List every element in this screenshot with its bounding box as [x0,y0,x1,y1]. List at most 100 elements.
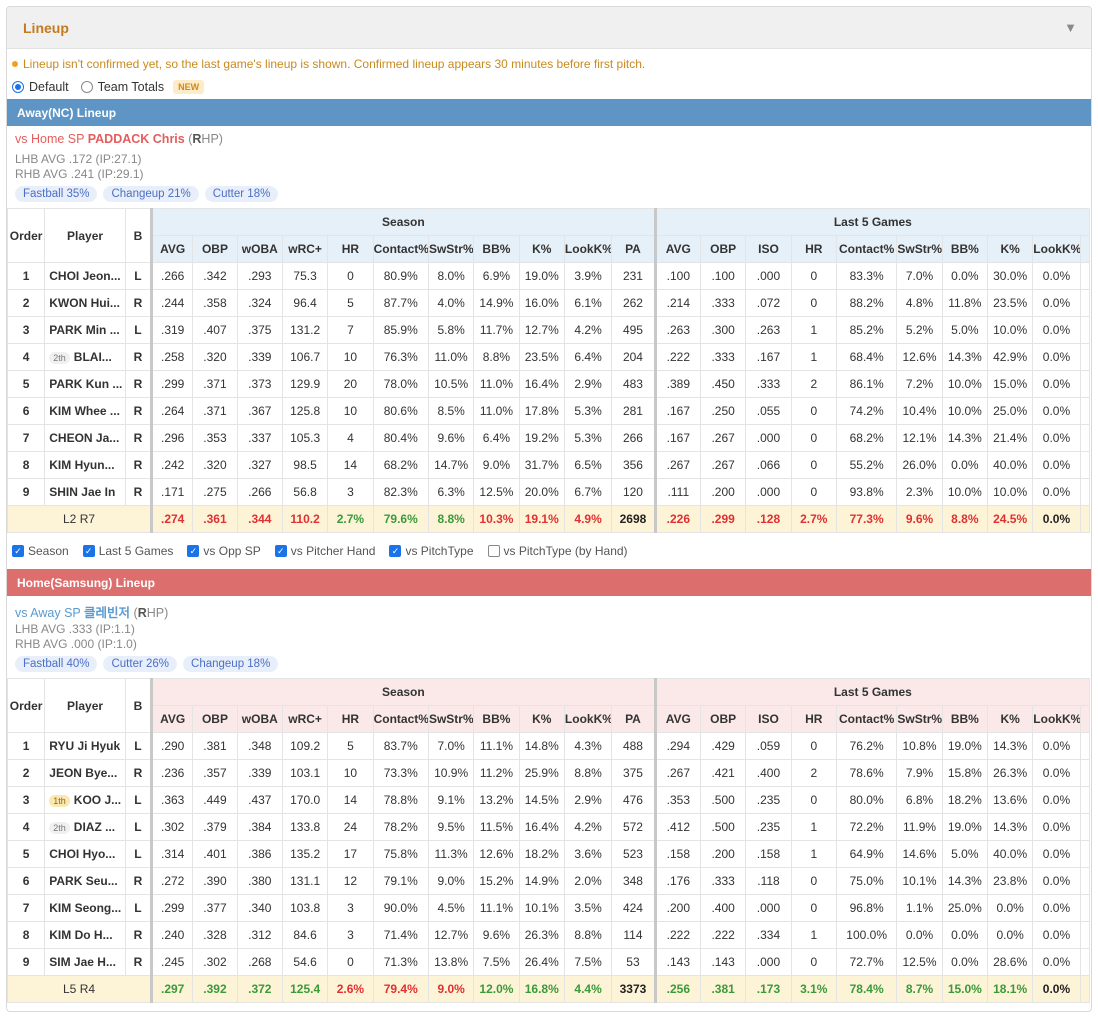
last5-col-header[interactable]: SwStr% [896,705,943,733]
last5-col-header[interactable]: LookK% [1032,705,1081,733]
last5-col-header[interactable]: K% [986,235,1034,263]
player-name[interactable]: RYU Ji Hyuk [44,732,126,760]
player-name[interactable]: SIM Jae H... [44,948,126,976]
last5-col-header[interactable]: SwStr% [896,235,943,263]
order-header[interactable]: Order [7,678,46,733]
checkbox-checked-icon[interactable]: ✓ [274,545,287,557]
season-col-header[interactable]: BB% [473,235,520,263]
season-col-header[interactable]: OBP [192,235,238,263]
checkbox-checked-icon[interactable]: ✓ [82,545,95,557]
player-name[interactable]: KIM Whee ... [44,397,126,425]
radio-checked-icon[interactable] [12,81,24,93]
mode-team-totals-radio[interactable]: Team Totals [80,80,164,94]
player-name[interactable]: PARK Seu... [44,867,126,895]
player-name[interactable]: KIM Hyun... [44,451,126,479]
table-row[interactable]: 6 PARK Seu... R .272.390.380 131.1 12 79.1% 9.0… [7,867,1091,895]
player-name[interactable]: 1th KOO J... [44,786,126,814]
last5-col-header[interactable]: AVG [654,705,702,733]
player-name[interactable]: CHOI Hyo... [44,840,126,868]
season-col-header[interactable]: SwStr% [427,705,475,733]
last5-col-header[interactable]: AVG [654,235,702,263]
table-row[interactable]: 8 KIM Hyun... R .242.320.327 98.5 14 68.2% 14.7… [7,451,1091,479]
season-col-header[interactable]: PA [611,235,657,263]
table-row[interactable]: 3 1th KOO J... L .363.449.437 170.0 14 78.8% 9.1… [7,786,1091,814]
season-col-header[interactable]: wOBA [236,235,283,263]
order-header[interactable]: Order [7,208,46,263]
season-col-header[interactable]: wOBA [236,705,283,733]
checkbox-checked-icon[interactable]: ✓ [12,545,24,557]
player-name[interactable]: JEON Bye... [44,759,126,787]
filter-checkbox[interactable]: ✓ Last 5 Games [82,544,173,558]
last5-col-header[interactable]: HR [790,705,837,733]
season-col-header[interactable]: K% [518,235,565,263]
player-name[interactable]: PARK Min ... [44,316,126,344]
player-name[interactable]: PARK Kun ... [44,370,126,398]
bat-header[interactable]: B [124,678,154,733]
table-row[interactable]: 7 KIM Seong... L .299.377.340 103.8 3 90.0% 4.5… [7,894,1091,922]
last5-col-header[interactable]: ISO [745,705,792,733]
lineup-header[interactable]: Lineup ▼ [7,7,1091,49]
last5-col-header[interactable]: ISO [745,235,792,263]
table-row[interactable]: 7 CHEON Ja... R .296.353.337 105.3 4 80.4% 9.6%… [7,424,1091,452]
triangle-down-icon[interactable]: ▼ [1064,20,1077,35]
player-name[interactable]: KIM Seong... [44,894,126,922]
season-col-header[interactable]: OBP [192,705,238,733]
table-row[interactable]: 9 SHIN Jae In R .171.275.266 56.8 3 82.3% 6.3% 1… [7,478,1091,506]
table-row[interactable]: 4 2th BLAI... R .258.320.339 106.7 10 76.3% 11.0… [7,343,1091,371]
checkbox-checked-icon[interactable]: ✓ [187,545,200,557]
season-col-header[interactable]: HR [327,235,374,263]
season-col-header[interactable]: BB% [473,705,520,733]
player-header[interactable]: Player [44,208,126,263]
table-row[interactable]: 2 JEON Bye... R .236.357.339 103.1 10 73.3% 10.… [7,759,1091,787]
last5-col-header[interactable]: Contact% [835,705,898,733]
player-name[interactable]: 2th BLAI... [44,343,126,371]
sp-name[interactable]: PADDACK Chris [88,132,185,146]
filter-checkbox[interactable]: ✓ Season [12,544,69,558]
season-col-header[interactable]: wRC+ [281,705,329,733]
sp-name[interactable]: 클레빈저 [84,606,130,620]
player-name[interactable]: KIM Do H... [44,921,126,949]
season-col-header[interactable]: SwStr% [427,235,475,263]
filter-checkbox[interactable]: vs PitchType (by Hand) [487,544,628,558]
table-row[interactable]: 2 KWON Hui... R .244.358.324 96.4 5 87.7% 4.0% 1… [7,289,1091,317]
player-header[interactable]: Player [44,678,126,733]
season-col-header[interactable]: HR [327,705,374,733]
season-col-header[interactable]: wRC+ [281,235,329,263]
radio-unchecked-icon[interactable] [80,81,93,93]
player-name[interactable]: 2th DIAZ ... [44,813,126,841]
season-col-header[interactable]: LookK% [563,705,613,733]
table-row[interactable]: 9 SIM Jae H... R .245.302.268 54.6 0 71.3% 13.8… [7,948,1091,976]
table-row[interactable]: 3 PARK Min ... L .319.407.375 131.2 7 85.9% 5.8… [7,316,1091,344]
last5-col-header[interactable]: K% [986,705,1034,733]
checkbox-checked-icon[interactable]: ✓ [389,545,402,557]
last5-col-header[interactable]: OBP [699,235,747,263]
season-col-header[interactable]: LookK% [563,235,613,263]
filter-checkbox[interactable]: ✓ vs Opp SP [187,544,261,558]
table-row[interactable]: 6 KIM Whee ... R .264.371.367 125.8 10 80.6% 8.… [7,397,1091,425]
table-row[interactable]: 1 CHOI Jeon... L .266.342.293 75.3 0 80.9% 8.0%… [7,262,1091,290]
season-col-header[interactable]: AVG [151,235,194,263]
mode-default-radio[interactable]: Default [12,80,69,94]
last5-col-header[interactable]: BB% [941,705,988,733]
filter-checkbox[interactable]: ✓ vs PitchType [389,544,474,558]
bat-header[interactable]: B [124,208,154,263]
last5-col-header[interactable]: Contact% [835,235,898,263]
last5-col-header[interactable]: BB% [941,235,988,263]
checkbox-unchecked-icon[interactable] [487,545,500,557]
last5-col-header[interactable]: HR [790,235,837,263]
season-col-header[interactable]: PA [611,705,657,733]
table-row[interactable]: 1 RYU Ji Hyuk L .290.381.348 109.2 5 83.7% 7.0%… [7,732,1091,760]
season-col-header[interactable]: Contact% [372,235,429,263]
table-row[interactable]: 5 CHOI Hyo... L .314.401.386 135.2 17 75.8% 11.… [7,840,1091,868]
player-name[interactable]: KWON Hui... [44,289,126,317]
player-name[interactable]: SHIN Jae In [44,478,126,506]
table-row[interactable]: 4 2th DIAZ ... L .302.379.384 133.8 24 78.2% 9.5… [7,813,1091,841]
table-row[interactable]: 5 PARK Kun ... R .299.371.373 129.9 20 78.0% 10… [7,370,1091,398]
season-col-header[interactable]: K% [518,705,565,733]
season-col-header[interactable]: Contact% [372,705,429,733]
table-row[interactable]: 8 KIM Do H... R .240.328.312 84.6 3 71.4% 12.7%… [7,921,1091,949]
filter-checkbox[interactable]: ✓ vs Pitcher Hand [274,544,375,558]
season-col-header[interactable]: AVG [151,705,194,733]
last5-col-header[interactable]: LookK% [1032,235,1081,263]
player-name[interactable]: CHOI Jeon... [44,262,126,290]
